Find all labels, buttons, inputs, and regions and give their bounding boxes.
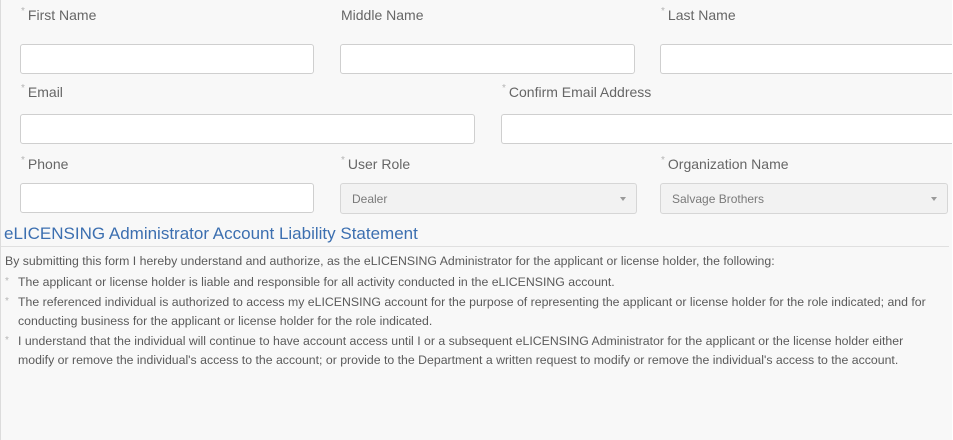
chevron-down-icon bbox=[931, 197, 937, 201]
last-name-input[interactable] bbox=[660, 44, 952, 74]
statement-item: * I understand that the individual will … bbox=[5, 334, 904, 367]
registration-form: * First Name Middle Name * Last Name * Emai… bbox=[0, 0, 952, 440]
first-name-label: * First Name bbox=[21, 6, 97, 23]
statement-item: * The referenced individual is authorize… bbox=[5, 295, 926, 328]
organization-value: Salvage Brothers bbox=[672, 192, 765, 206]
organization-label: * Organization Name bbox=[661, 155, 789, 172]
bullet-icon: * bbox=[5, 296, 9, 308]
statement-title: eLICENSING Administrator Account Liabili… bbox=[4, 224, 418, 243]
confirm-email-input[interactable] bbox=[501, 114, 952, 144]
email-input[interactable] bbox=[20, 114, 475, 144]
user-role-label: * User Role bbox=[341, 155, 411, 172]
bullet-icon: * bbox=[5, 335, 9, 347]
phone-input[interactable] bbox=[20, 183, 314, 213]
bullet-icon: * bbox=[5, 275, 9, 287]
email-label: * Email bbox=[21, 83, 63, 100]
chevron-down-icon bbox=[620, 197, 626, 201]
statement-list: * The applicant or license holder is lia… bbox=[5, 273, 935, 370]
middle-name-input[interactable] bbox=[340, 44, 635, 74]
confirm-email-label: * Confirm Email Address bbox=[502, 83, 652, 100]
last-name-label: * Last Name bbox=[661, 6, 736, 23]
phone-label: * Phone bbox=[21, 155, 69, 172]
section-divider bbox=[1, 246, 949, 247]
statement-item: * The applicant or license holder is lia… bbox=[5, 273, 935, 292]
first-name-input[interactable] bbox=[20, 44, 314, 74]
user-role-value: Dealer bbox=[352, 192, 388, 206]
organization-select[interactable]: Salvage Brothers bbox=[660, 183, 948, 214]
liability-statement: By submitting this form I hereby underst… bbox=[5, 252, 935, 372]
statement-intro: By submitting this form I hereby underst… bbox=[5, 254, 775, 268]
middle-name-label: Middle Name bbox=[341, 7, 424, 23]
user-role-select[interactable]: Dealer bbox=[340, 183, 637, 214]
